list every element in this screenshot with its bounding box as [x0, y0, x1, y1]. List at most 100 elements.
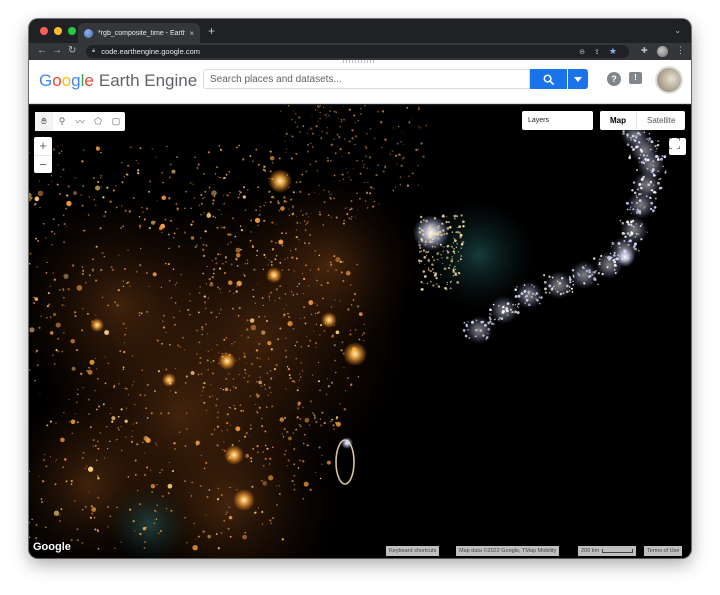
city-light — [446, 282, 448, 284]
city-light — [103, 214, 106, 218]
city-light — [317, 380, 320, 383]
browser-tab[interactable]: *rgb_composite_time - Earth E × — [78, 23, 200, 43]
map-type-satellite-button[interactable]: Satellite — [637, 111, 685, 130]
search-button[interactable] — [530, 69, 567, 89]
city-light — [627, 243, 630, 246]
close-tab-icon[interactable]: × — [189, 29, 194, 38]
city-light — [214, 257, 217, 260]
fullscreen-button[interactable] — [669, 138, 686, 155]
city-light — [107, 362, 110, 365]
share-icon[interactable]: ⇪ — [594, 48, 600, 56]
city-light — [249, 155, 252, 158]
search-options-dropdown[interactable] — [568, 69, 588, 89]
caret-down-icon — [574, 76, 582, 82]
browser-profile-avatar[interactable] — [657, 46, 668, 57]
city-light — [281, 232, 283, 235]
search-input[interactable] — [210, 73, 529, 85]
city-light — [303, 481, 309, 487]
close-window-button[interactable] — [40, 27, 48, 35]
city-light — [234, 341, 236, 343]
reload-icon[interactable]: ↻ — [68, 45, 76, 57]
keyboard-shortcuts-link[interactable]: Keyboard shortcuts — [386, 546, 440, 556]
city-light — [434, 246, 436, 248]
city-light — [357, 120, 359, 122]
city-light — [441, 216, 443, 218]
city-light — [585, 269, 589, 273]
back-arrow-icon[interactable]: ← — [37, 45, 47, 57]
city-light — [326, 281, 329, 284]
url-text: code.earthengine.google.com — [101, 47, 201, 56]
city-light — [320, 137, 323, 140]
new-tab-button[interactable]: + — [208, 24, 215, 38]
city-light — [421, 233, 425, 236]
city-light — [634, 248, 637, 251]
draw-line-icon[interactable]: 〰 — [71, 112, 89, 131]
city-light — [139, 503, 142, 506]
address-bar[interactable]: 🔒︎ code.earthengine.google.com ⊖ ⇪ ★ — [86, 45, 629, 58]
city-light — [282, 436, 285, 438]
city-light — [290, 290, 293, 293]
city-light — [291, 256, 294, 259]
city-light — [196, 444, 198, 446]
zoom-out-button[interactable]: − — [34, 155, 52, 173]
tab-search-chevron-icon[interactable]: ⌄ — [674, 26, 681, 35]
city-light — [207, 368, 209, 371]
help-icon[interactable]: ? — [607, 72, 621, 86]
city-light — [278, 157, 281, 160]
map-canvas[interactable]: ✋︎ ⚲ 〰 ⬠ ▢ + − Layers Map Satellite Goog… — [29, 105, 691, 558]
city-light — [124, 387, 126, 390]
city-light — [647, 183, 651, 187]
city-light — [312, 146, 314, 148]
forward-arrow-icon[interactable]: → — [52, 45, 62, 57]
terms-of-use-link[interactable]: Terms of Use — [644, 546, 683, 556]
user-avatar[interactable] — [655, 66, 683, 94]
minimize-window-button[interactable] — [54, 27, 62, 35]
scale-control[interactable]: 200 km — [578, 546, 637, 556]
bookmark-star-icon[interactable]: ★ — [609, 46, 617, 57]
city-light — [415, 148, 418, 152]
city-light — [656, 148, 658, 150]
city-light — [614, 265, 615, 267]
city-light — [284, 293, 287, 295]
map-type-map-button[interactable]: Map — [600, 111, 637, 130]
city-light — [165, 368, 168, 371]
zoom-magnifier-icon[interactable]: ⊖ — [579, 48, 585, 56]
city-light — [180, 273, 182, 276]
city-light — [270, 377, 273, 380]
city-light — [225, 173, 228, 176]
city-light — [330, 420, 332, 423]
browser-menu-kebab-icon[interactable]: ⋮ — [676, 45, 685, 56]
city-light — [211, 259, 213, 262]
city-light — [458, 272, 461, 275]
city-light — [333, 138, 335, 141]
panel-resize-handle[interactable] — [343, 60, 375, 63]
city-light — [89, 426, 92, 429]
feedback-icon[interactable]: ! — [629, 72, 642, 84]
city-light — [66, 200, 72, 207]
city-light — [212, 372, 214, 375]
city-light — [452, 237, 455, 239]
pan-hand-icon[interactable]: ✋︎ — [35, 112, 53, 131]
city-light — [239, 358, 241, 360]
search-icon — [543, 74, 554, 85]
city-light — [288, 214, 291, 217]
city-light — [220, 213, 223, 216]
draw-shape-icon[interactable]: ⬠ — [89, 112, 107, 131]
add-marker-icon[interactable]: ⚲ — [53, 112, 71, 131]
city-light — [427, 267, 430, 269]
maximize-window-button[interactable] — [68, 27, 76, 35]
draw-rectangle-icon[interactable]: ▢ — [107, 112, 125, 131]
city-light — [160, 412, 163, 415]
zoom-in-button[interactable]: + — [34, 137, 52, 155]
extensions-puzzle-icon[interactable]: ✚ — [641, 46, 648, 55]
city-light — [82, 229, 85, 232]
search-box[interactable] — [203, 69, 530, 89]
layers-control[interactable]: Layers — [522, 111, 593, 130]
city-light — [629, 136, 632, 139]
city-light — [577, 272, 580, 275]
city-light — [214, 429, 216, 431]
earth-engine-logo[interactable]: Google Earth Engine — [39, 71, 197, 91]
city-glow — [90, 318, 104, 332]
city-light — [247, 336, 250, 339]
city-light — [195, 440, 200, 445]
